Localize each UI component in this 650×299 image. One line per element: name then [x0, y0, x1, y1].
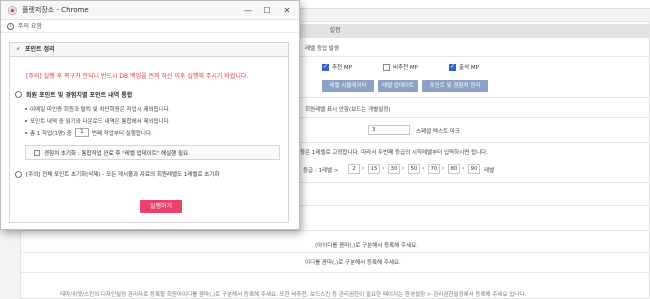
checkbox-icon[interactable]: [34, 149, 40, 156]
radio-icon[interactable]: [15, 91, 22, 98]
minimize-icon[interactable]: —: [241, 4, 255, 17]
window-titlebar[interactable]: 플렛저장소 - Chrome — ☐ ✕: [1, 1, 299, 20]
level-value-input[interactable]: 2: [348, 164, 360, 174]
chevron-right-icon: ›: [422, 165, 425, 172]
row-divider: [300, 97, 650, 98]
level-value-input[interactable]: 50: [408, 164, 420, 174]
option-reset-all[interactable]: [주의] 전체 포인트 초기화(삭제) - 모든 게시물과 자료의 회원레벨도 …: [15, 170, 219, 178]
chevron-right-icon: ›: [462, 165, 465, 172]
section-body: [9, 57, 289, 223]
bottom-note: 테마/위젯/스킨의 디자인설정 관리자로 등록할 회원아이디를 콤마(,)로 구…: [60, 292, 527, 298]
level-update-button[interactable]: 레벨 업데이트: [378, 80, 418, 92]
row-divider: [300, 117, 650, 118]
list-item: 총 1 작업(1명) 중 1 번째 작업부터 실행합니다.: [25, 128, 153, 137]
point-integrate-button[interactable]: 포인트 및 경험치 정리: [422, 80, 488, 92]
row-divider: [300, 56, 650, 57]
level-display-label: 회원레벨 표시 안함(보드는 개별설정): [305, 107, 391, 113]
maximize-icon[interactable]: ☐: [260, 4, 274, 17]
level-value-input[interactable]: 80: [448, 164, 460, 174]
bullet-icon: [25, 131, 27, 134]
close-icon[interactable]: ✕: [280, 4, 294, 17]
app-icon: [8, 6, 17, 15]
popup-window: 플렛저장소 - Chrome — ☐ ✕ i 주의 요함 ⚡ 포인트 정리 [주…: [0, 0, 300, 230]
special-mark-hint: 스페셜 텍스트 마크: [416, 129, 460, 135]
row-divider: [300, 142, 650, 143]
bullet-text: 이메일 미인증 회원과 탈퇴 및 차단회원은 작업시 제외됩니다.: [30, 107, 171, 113]
lightning-icon: ⚡: [16, 46, 21, 53]
security-status: 주의 요함: [18, 23, 42, 30]
option-integrate[interactable]: 회원 포인트 및 경험치별 포인트 내역 통합: [15, 90, 132, 99]
checkbox-checked-icon[interactable]: ✓: [449, 63, 456, 71]
start-step-input[interactable]: 1: [74, 128, 89, 137]
info-icon[interactable]: i: [7, 23, 14, 30]
step-suffix: 번째 작업부터 실행합니다.: [91, 130, 153, 137]
window-title: 플렛저장소 - Chrome: [22, 6, 89, 14]
level-fixed-note: 등은 1레벨로 고정합니다. 따라서 두번째 등급의 시작레벨부터 입력하시면 …: [300, 150, 488, 156]
option-reset-all-label: [주의] 전체 포인트 초기화(삭제) - 모든 게시물과 자료의 회원레벨도 …: [26, 172, 220, 178]
section-header: ⚡ 포인트 정리: [9, 42, 289, 57]
address-bar[interactable]: i 주의 요함: [1, 20, 299, 33]
bullet-icon: [25, 120, 27, 122]
exp-reset-option[interactable]: 경험치 초기화 : 통합작업 완료 후 "레벨 업데이트" 해실행 필요: [25, 145, 280, 160]
level-up-label: 레벨 등업 발생: [305, 46, 339, 52]
chevron-right-icon: ›: [362, 165, 365, 172]
row-divider: [20, 252, 650, 253]
chevron-right-icon: ›: [402, 165, 405, 172]
run-button[interactable]: 실행하기: [140, 200, 182, 213]
checkbox-unrecommend-mp[interactable]: 비추천 MP: [383, 63, 418, 71]
radio-icon[interactable]: [15, 170, 22, 178]
level-value-input[interactable]: 15: [368, 164, 380, 174]
level-range-suffix: 레벨: [484, 168, 495, 174]
row-divider: [20, 272, 650, 273]
register-id-note: 이디를 콤마(,)로 구분해서 등록해 주세요.: [305, 260, 401, 266]
special-mark-input[interactable]: 3: [368, 125, 410, 135]
popup-content: ⚡ 포인트 정리 [주의] 실행 후 복구가 안되니 반드시 DB 백업을 먼저…: [1, 34, 299, 229]
row-divider: [300, 205, 650, 206]
exp-reset-label: 경험치 초기화 : 통합작업 완료 후 "레벨 업데이트" 해실행 필요: [44, 150, 189, 157]
option-integrate-label: 회원 포인트 및 경험치별 포인트 내역 통합: [26, 92, 133, 99]
row-divider: [20, 230, 650, 231]
level-value-input[interactable]: 90: [468, 164, 480, 174]
bullet-icon: [25, 108, 27, 110]
step-prefix: 총 1 작업(1명) 중: [30, 130, 72, 137]
section-title: 포인트 정리: [25, 46, 55, 53]
row-divider: [300, 182, 650, 183]
checkbox-recommend-mp[interactable]: ✓ 추천 MP: [322, 63, 352, 71]
admin-id-note: (아이디를 콤마(,)로 구분해서 등록해 주세요.: [315, 243, 418, 249]
level-value-input[interactable]: 30: [388, 164, 400, 174]
chevron-right-icon: ›: [382, 165, 385, 172]
checkbox-checked-icon[interactable]: ✓: [322, 63, 329, 71]
warning-text: [주의] 실행 후 복구가 안되니 반드시 DB 백업을 먼저 하신 이후 실행…: [26, 73, 249, 80]
level-range-prefix: 등급 : 1레벨 >: [303, 168, 339, 174]
level-simulator-button[interactable]: 레벨 시뮬레이터: [322, 80, 374, 92]
checkbox-label: 추천 MP: [332, 65, 352, 71]
chevron-right-icon: ›: [442, 165, 445, 172]
checkbox-attendance-mp[interactable]: ✓ 출석 MP: [449, 63, 479, 71]
list-item: 이메일 미인증 회원과 탈퇴 및 차단회원은 작업시 제외됩니다.: [25, 105, 171, 113]
level-value-input[interactable]: 70: [428, 164, 440, 174]
checkbox-unchecked-icon[interactable]: [383, 63, 390, 71]
list-item: 포인트 내역 중 읽기와 다운로드 내역은 통합에서 제외됩니다.: [25, 117, 171, 125]
bullet-text: 포인트 내역 중 읽기와 다운로드 내역은 통합에서 제외됩니다.: [30, 119, 171, 125]
checkbox-label: 비추천 MP: [393, 65, 418, 71]
checkbox-label: 출석 MP: [459, 65, 479, 71]
